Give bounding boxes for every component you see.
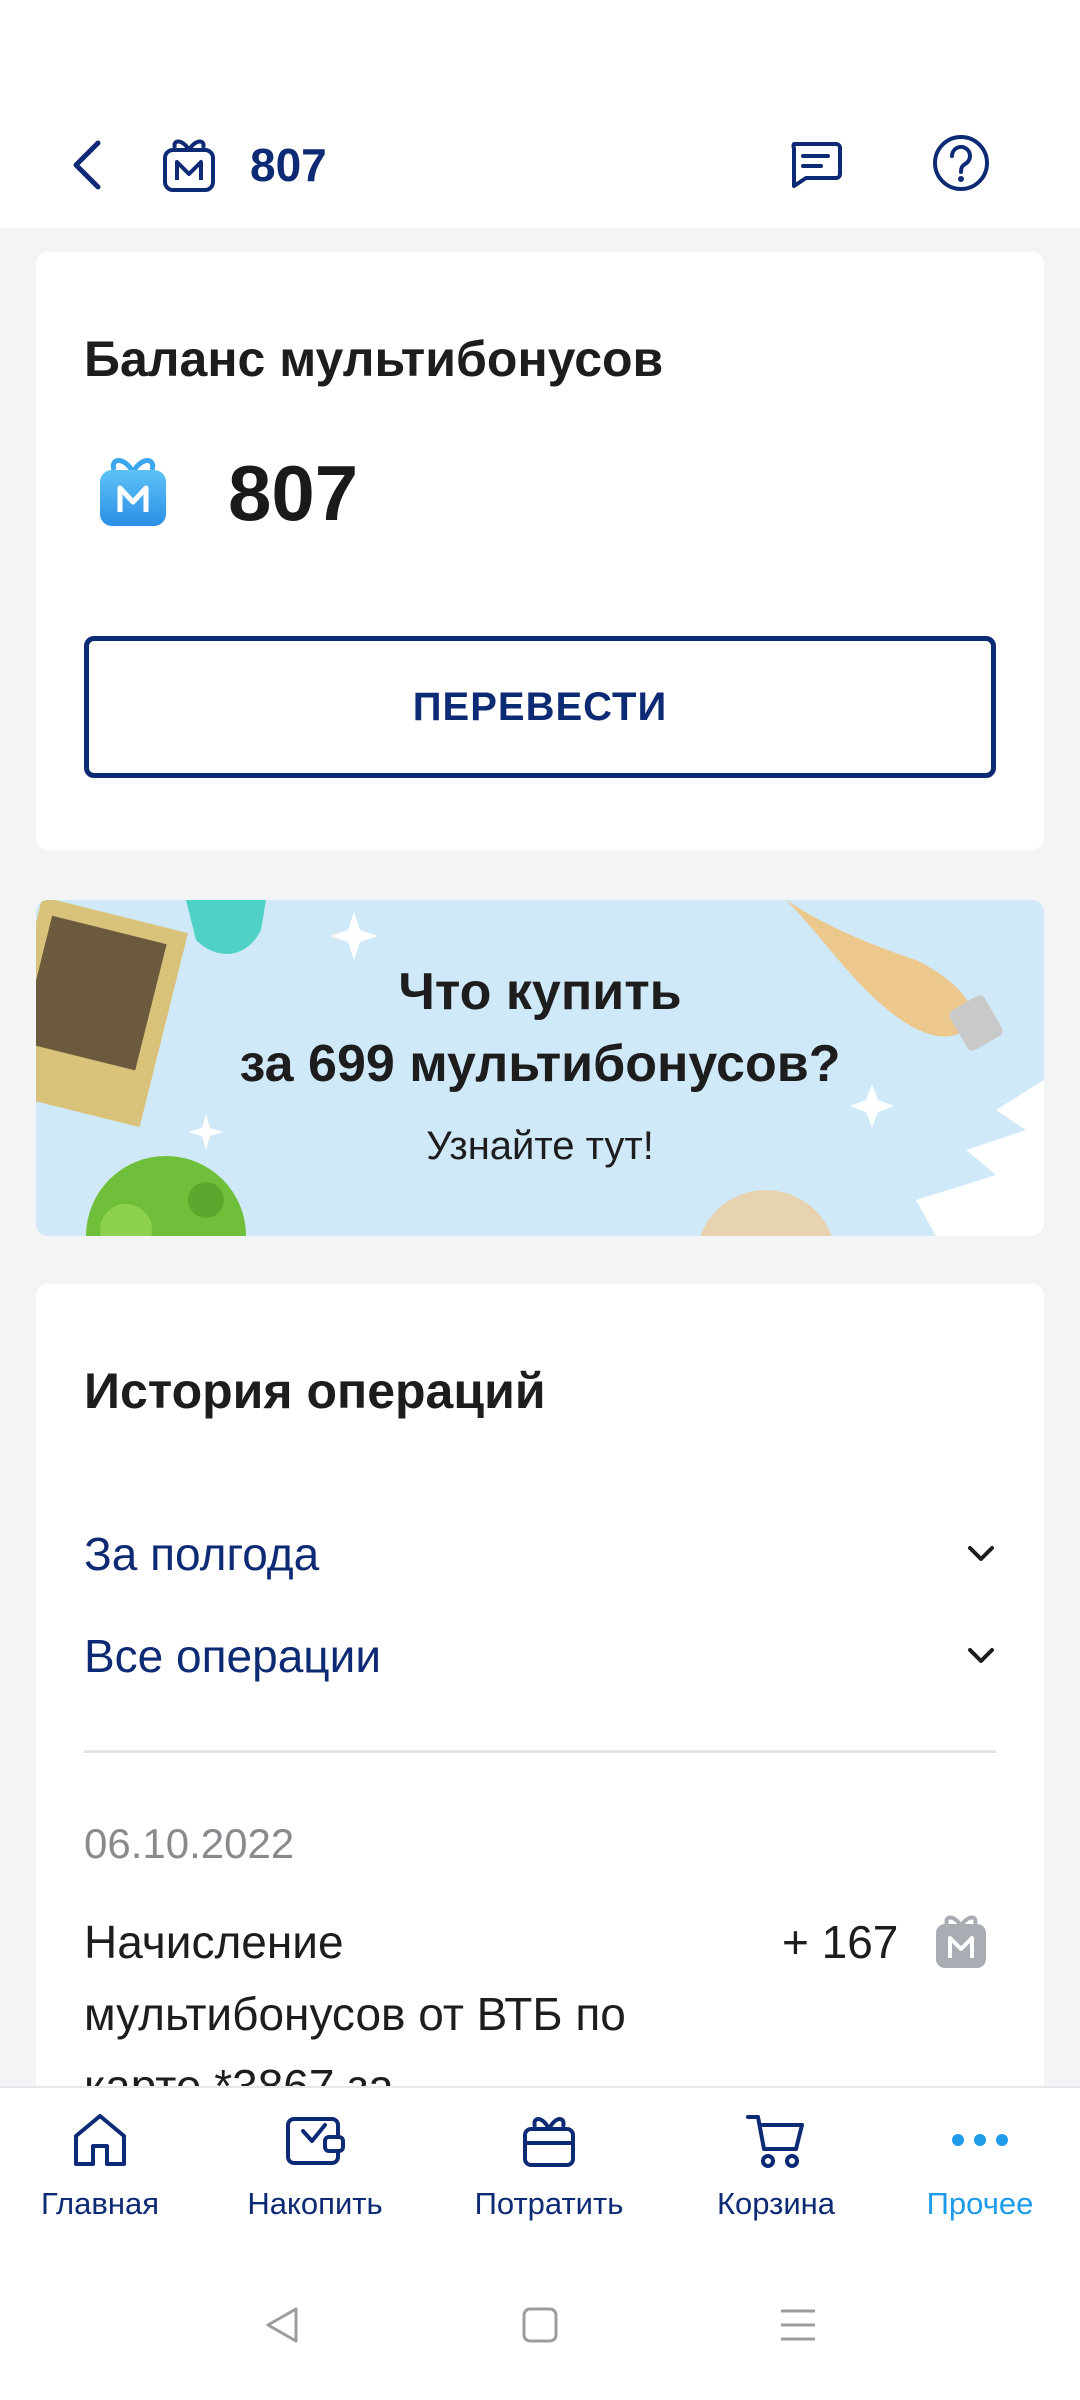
- history-card: История операций За полгода Все операции…: [36, 1284, 1044, 2112]
- help-button[interactable]: [926, 128, 996, 198]
- cart-icon: [746, 2115, 804, 2168]
- period-filter-label: За полгода: [84, 1528, 320, 1580]
- system-home-button[interactable]: [500, 2290, 580, 2360]
- home-icon: [74, 2114, 126, 2166]
- operation-date: 06.10.2022: [84, 1820, 295, 1867]
- banner-title-line2: за 699 мультибонусов?: [239, 1035, 841, 1093]
- type-filter-label: Все операции: [84, 1630, 382, 1682]
- nav-spend-label: Потратить: [474, 2186, 624, 2221]
- chevron-left-icon: [73, 140, 101, 190]
- history-title: История операций: [84, 1363, 546, 1419]
- wallet-icon: [286, 2117, 345, 2165]
- promo-banner[interactable]: Что купить за 699 мультибонусов? Узнайте…: [36, 900, 1044, 1236]
- nav-more-label: Прочее: [926, 2186, 1034, 2221]
- multibonus-gift-icon: [100, 458, 166, 526]
- top-app-bar: 807: [0, 100, 1080, 228]
- type-filter-dropdown[interactable]: Все операции: [84, 1616, 996, 1696]
- nav-cart-label: Корзина: [716, 2186, 836, 2221]
- nav-save-label: Накопить: [247, 2186, 383, 2221]
- system-navigation-bar: [0, 2246, 1080, 2400]
- triangle-back-icon: [266, 2307, 298, 2343]
- nav-home[interactable]: Главная: [0, 2108, 200, 2222]
- bottom-navigation: Главная Накопить Потратить Корзина Проче…: [0, 2086, 1080, 2246]
- banner-title-line1: Что купить: [398, 963, 682, 1021]
- transfer-button[interactable]: ПЕРЕВЕСТИ: [84, 636, 996, 778]
- question-icon: [933, 135, 989, 191]
- chat-icon: [791, 142, 842, 188]
- header-balance: 807: [250, 139, 327, 191]
- nav-save[interactable]: Накопить: [215, 2108, 415, 2222]
- balance-value: 807: [228, 449, 359, 537]
- operation-amount: + 167: [782, 1916, 899, 1968]
- balance-card: Баланс мультибонусов 807 ПЕРЕВЕСТИ: [36, 252, 1044, 850]
- more-dots-icon: [952, 2134, 1008, 2146]
- nav-cart[interactable]: Корзина: [676, 2108, 876, 2222]
- period-filter-dropdown[interactable]: За полгода: [84, 1514, 996, 1594]
- gift-icon: [523, 2117, 575, 2167]
- nav-more[interactable]: Прочее: [880, 2108, 1080, 2222]
- multibonus-gift-icon: [162, 130, 222, 200]
- menu-lines-icon: [781, 2309, 815, 2341]
- chevron-down-icon: [968, 1546, 994, 1561]
- chat-button[interactable]: [780, 130, 850, 200]
- chevron-down-icon: [968, 1648, 994, 1663]
- system-recents-button[interactable]: [758, 2290, 838, 2360]
- back-button[interactable]: [56, 130, 116, 200]
- balance-title: Баланс мультибонусов: [84, 331, 664, 387]
- system-back-button[interactable]: [242, 2290, 322, 2360]
- nav-spend[interactable]: Потратить: [449, 2108, 649, 2222]
- nav-home-label: Главная: [41, 2186, 159, 2221]
- banner-subtitle: Узнайте тут!: [426, 1124, 654, 1168]
- square-home-icon: [522, 2307, 558, 2343]
- banner-title: Что купить за 699 мультибонусов?: [36, 956, 1044, 1100]
- divider: [84, 1750, 996, 1753]
- multibonus-gift-icon: [936, 1915, 986, 1968]
